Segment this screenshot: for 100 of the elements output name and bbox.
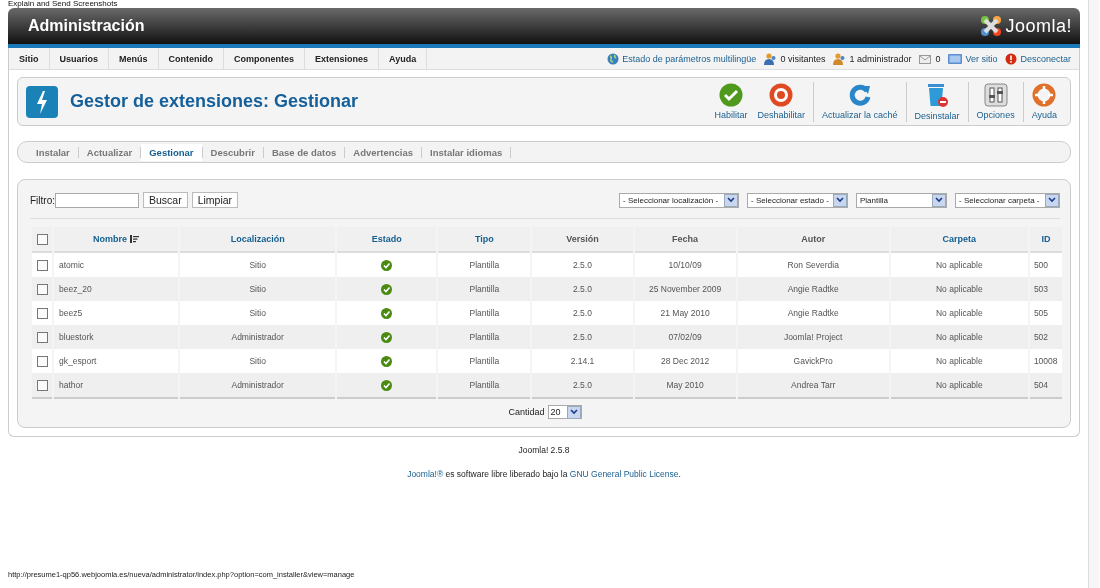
mail-icon xyxy=(919,53,933,64)
caret-icon xyxy=(1045,193,1059,207)
table-cell: Sitio xyxy=(249,308,266,318)
clear-button[interactable]: Limpiar xyxy=(191,192,239,208)
tab[interactable]: Instalar idiomas xyxy=(422,143,511,161)
table-cell: 2.14.1 xyxy=(570,356,595,366)
row-checkbox[interactable] xyxy=(36,355,48,367)
column-header[interactable]: Nombre xyxy=(93,234,140,244)
globe-icon xyxy=(607,52,620,65)
toolbar-button[interactable]: Desinstalar xyxy=(905,81,965,122)
table-cell: beez5 xyxy=(59,308,83,318)
user-icon xyxy=(833,52,847,65)
table-cell: No aplicable xyxy=(935,308,983,318)
table-cell: Sitio xyxy=(249,260,266,270)
column-header[interactable]: ID xyxy=(1041,234,1051,244)
status-link[interactable]: Ver sitio xyxy=(965,53,998,64)
check-icon[interactable] xyxy=(381,259,393,271)
table-cell: Administrador xyxy=(231,332,284,342)
filter-label: Filtro: xyxy=(30,194,55,206)
check-icon[interactable] xyxy=(381,331,393,343)
filter-dropdown[interactable]: Plantilla xyxy=(856,192,947,208)
table-cell: Administrador xyxy=(231,380,284,390)
column-header[interactable]: Estado xyxy=(371,234,402,244)
row-checkbox[interactable] xyxy=(36,379,48,391)
column-header[interactable]: Localización xyxy=(230,234,285,244)
stop-icon xyxy=(769,83,794,107)
check-icon[interactable] xyxy=(381,379,393,391)
menu-item[interactable]: Extensiones xyxy=(305,48,380,69)
check-icon[interactable] xyxy=(381,355,393,367)
table-cell: 2.5.0 xyxy=(573,260,592,270)
tab[interactable]: Descubrir xyxy=(202,143,263,161)
table-cell: 10/10/09 xyxy=(668,260,702,270)
column-header[interactable]: Carpeta xyxy=(942,234,977,244)
toolbar-button[interactable]: Opciones xyxy=(967,81,1020,122)
table-cell: 21 May 2010 xyxy=(660,308,710,318)
tab[interactable]: Instalar xyxy=(28,143,78,161)
filter-field[interactable] xyxy=(55,192,139,208)
site-title: Administración xyxy=(28,17,145,35)
page-size-dropdown[interactable]: 20 xyxy=(547,405,582,419)
table-cell: 500 xyxy=(1033,260,1049,270)
table-cell: 25 November 2009 xyxy=(648,284,722,294)
lightning-icon xyxy=(26,85,58,118)
table-cell: Plantilla xyxy=(469,380,500,390)
row-checkbox[interactable] xyxy=(36,283,48,295)
table-cell: atomic xyxy=(59,260,85,270)
scrollbar[interactable] xyxy=(1088,0,1099,588)
monitor-icon xyxy=(948,53,963,64)
row-checkbox[interactable] xyxy=(36,307,48,319)
table-cell: Plantilla xyxy=(469,284,500,294)
check-icon xyxy=(719,83,743,107)
table-cell: gk_esport xyxy=(59,356,97,366)
tab[interactable]: Gestionar xyxy=(141,143,202,161)
table-cell: Joomla! Project xyxy=(783,332,843,342)
tab[interactable]: Advertencias xyxy=(345,143,421,161)
toolbar-button[interactable]: Deshabilitar xyxy=(752,81,811,122)
capture-tool-label: Explain and Send Screenshots xyxy=(8,0,118,8)
row-checkbox[interactable] xyxy=(36,331,48,343)
table-cell: Angie Radtke xyxy=(787,284,839,294)
status-link[interactable]: Estado de parámetros multilingüe xyxy=(622,53,757,64)
table-cell: No aplicable xyxy=(935,332,983,342)
table-cell: No aplicable xyxy=(935,284,983,294)
row-checkbox[interactable] xyxy=(36,259,48,271)
column-header: Versión xyxy=(566,234,599,244)
table-cell: No aplicable xyxy=(935,356,983,366)
toolbar-button[interactable]: Ayuda xyxy=(1022,81,1062,122)
table-cell: 503 xyxy=(1033,284,1049,294)
menu-item[interactable]: Usuarios xyxy=(49,48,109,69)
status-link[interactable]: Desconectar xyxy=(1020,53,1071,64)
table-cell: May 2010 xyxy=(666,380,704,390)
table-cell: 2.5.0 xyxy=(573,332,592,342)
table-cell: 2.5.0 xyxy=(573,308,592,318)
check-icon[interactable] xyxy=(381,307,393,319)
menu-item[interactable]: Componentes xyxy=(224,48,306,69)
table-cell: Plantilla xyxy=(469,332,500,342)
lifebuoy-icon xyxy=(1032,83,1057,107)
menu-item[interactable]: Sitio xyxy=(9,48,50,69)
table-cell: Plantilla xyxy=(469,308,500,318)
menu-item[interactable]: Menús xyxy=(109,48,159,69)
table-cell: Sitio xyxy=(249,284,266,294)
tab[interactable]: Base de datos xyxy=(263,143,345,161)
filter-dropdown[interactable]: - Seleccionar localización - xyxy=(619,192,739,208)
menu-item[interactable]: Ayuda xyxy=(379,48,428,69)
select-all-checkbox[interactable] xyxy=(36,233,48,245)
table-cell: 07/02/09 xyxy=(668,332,702,342)
table-cell: Sitio xyxy=(249,356,266,366)
tab[interactable]: Actualizar xyxy=(78,143,141,161)
toolbar-button[interactable]: Actualizar la caché xyxy=(813,81,903,122)
check-icon[interactable] xyxy=(381,283,393,295)
joomla-link[interactable]: Joomla!® xyxy=(407,469,444,479)
users-icon xyxy=(764,52,778,65)
page-title: Gestor de extensiones: Gestionar xyxy=(70,91,359,112)
logo-text: Joomla! xyxy=(1005,15,1072,37)
filter-dropdown[interactable]: - Seleccionar carpeta - xyxy=(955,192,1060,208)
toolbar-button[interactable]: Habilitar xyxy=(709,81,753,122)
filter-dropdown[interactable]: - Seleccionar estado - xyxy=(747,192,848,208)
column-header[interactable]: Tipo xyxy=(474,234,494,244)
search-button[interactable]: Buscar xyxy=(143,192,188,208)
table-cell: bluestork xyxy=(59,332,94,342)
menu-item[interactable]: Contenido xyxy=(158,48,225,69)
caret-icon xyxy=(932,193,946,207)
